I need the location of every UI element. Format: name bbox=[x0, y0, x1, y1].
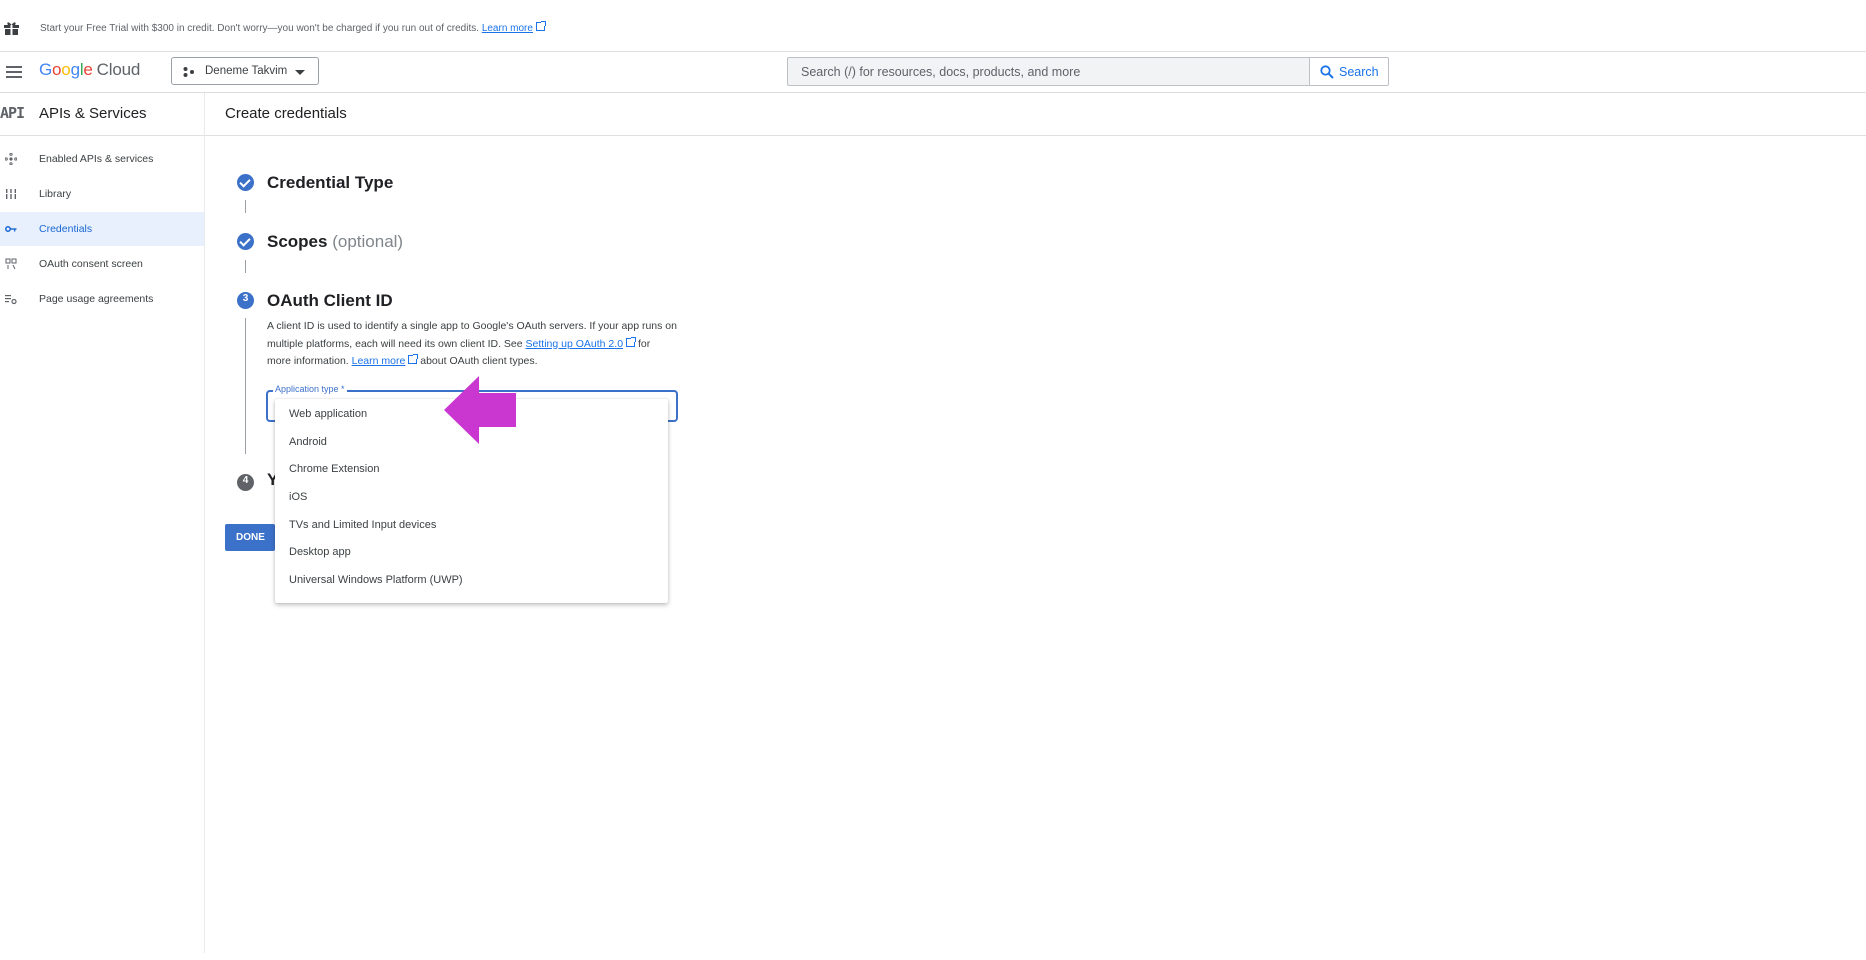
sidebar-item-label: Enabled APIs & services bbox=[39, 153, 154, 165]
sidebar-item-credentials[interactable]: Credentials bbox=[0, 212, 204, 246]
option-label: Universal Windows Platform (UWP) bbox=[289, 574, 463, 586]
step-scopes-title[interactable]: Scopes (optional) bbox=[267, 232, 403, 252]
library-icon bbox=[5, 189, 17, 199]
option-tvs-limited-input[interactable]: TVs and Limited Input devices bbox=[275, 514, 668, 540]
done-button-label: DONE bbox=[236, 532, 265, 543]
learn-more-label: Learn more bbox=[351, 355, 406, 367]
search-input[interactable] bbox=[788, 58, 1309, 85]
sidebar-title: APIs & Services bbox=[39, 105, 147, 122]
key-icon bbox=[5, 226, 17, 232]
option-chrome-extension[interactable]: Chrome Extension bbox=[275, 458, 668, 484]
step-number-icon: 4 bbox=[237, 474, 254, 491]
annotation-arrow-icon bbox=[444, 376, 516, 444]
project-selector[interactable]: Deneme Takvim bbox=[171, 57, 319, 85]
sidebar-item-label: OAuth consent screen bbox=[39, 258, 143, 270]
logo-letter: G bbox=[39, 60, 53, 79]
option-label: iOS bbox=[289, 491, 308, 503]
page-header: Create credentials bbox=[205, 93, 1866, 136]
step-connector-line bbox=[245, 200, 246, 213]
option-label: Desktop app bbox=[289, 546, 351, 558]
project-dots-icon bbox=[183, 67, 194, 77]
done-button[interactable]: DONE bbox=[225, 524, 275, 551]
sidebar-item-label: Page usage agreements bbox=[39, 293, 154, 305]
step-number: 3 bbox=[242, 293, 249, 304]
step-number-icon: 3 bbox=[237, 292, 254, 309]
hamburger-menu-icon[interactable] bbox=[6, 66, 22, 78]
external-link-icon bbox=[535, 21, 546, 31]
chevron-down-icon bbox=[295, 70, 305, 75]
settings-list-icon bbox=[5, 295, 17, 305]
option-label: Chrome Extension bbox=[289, 463, 380, 475]
banner-learn-more-label: Learn more bbox=[481, 23, 533, 34]
project-name: Deneme Takvim bbox=[205, 65, 288, 77]
option-ios[interactable]: iOS bbox=[275, 486, 668, 512]
option-label: Web application bbox=[289, 408, 368, 420]
external-link-icon bbox=[626, 336, 637, 347]
logo-letter: e bbox=[83, 60, 93, 79]
page-title: Create credentials bbox=[225, 105, 347, 122]
search-box bbox=[787, 57, 1310, 86]
sidebar-item-label: Library bbox=[39, 188, 72, 200]
step-number: 4 bbox=[242, 475, 249, 486]
logo-product-name: Cloud bbox=[96, 60, 141, 79]
external-link-icon bbox=[408, 354, 419, 364]
option-uwp[interactable]: Universal Windows Platform (UWP) bbox=[275, 569, 668, 595]
gift-icon bbox=[4, 22, 19, 35]
search-button-label: Search bbox=[1339, 65, 1379, 79]
sidebar-item-page-usage-agreements[interactable]: Page usage agreements bbox=[0, 282, 204, 316]
setting-up-oauth-label: Setting up OAuth 2.0 bbox=[525, 337, 624, 350]
logo-letter: o bbox=[52, 60, 62, 79]
step-connector-line bbox=[245, 260, 246, 273]
hub-icon bbox=[5, 153, 17, 165]
step-scopes-label: Scopes bbox=[267, 232, 328, 251]
logo-letter: g bbox=[70, 60, 80, 79]
sidebar-item-enabled-apis[interactable]: Enabled APIs & services bbox=[0, 142, 204, 176]
sidebar-header: API APIs & Services bbox=[0, 93, 204, 136]
banner-message: Start your Free Trial with $300 in credi… bbox=[40, 23, 480, 34]
step-complete-check-icon bbox=[237, 233, 254, 250]
step-complete-check-icon bbox=[237, 174, 254, 191]
banner-text: Start your Free Trial with $300 in credi… bbox=[40, 21, 546, 34]
option-label: Android bbox=[289, 436, 327, 448]
banner-learn-more-link[interactable]: Learn more bbox=[482, 23, 533, 34]
search-icon bbox=[1320, 65, 1334, 79]
sidebar-item-oauth-consent[interactable]: OAuth consent screen bbox=[0, 247, 204, 281]
logo-letter: o bbox=[61, 60, 71, 79]
application-type-label: Application type * bbox=[273, 384, 347, 394]
option-desktop-app[interactable]: Desktop app bbox=[275, 541, 668, 567]
learn-more-link[interactable]: Learn more bbox=[352, 355, 406, 367]
sidebar-item-library[interactable]: Library bbox=[0, 177, 204, 211]
search-button[interactable]: Search bbox=[1309, 57, 1389, 86]
sidebar: API APIs & Services Enabled APIs & servi… bbox=[0, 93, 205, 953]
sidebar-item-label: Credentials bbox=[39, 223, 93, 235]
oauth-client-description: A client ID is used to identify a single… bbox=[267, 318, 677, 371]
free-trial-banner: Start your Free Trial with $300 in credi… bbox=[0, 0, 1866, 52]
setting-up-oauth-link[interactable]: Setting up OAuth 2.0 bbox=[526, 338, 623, 350]
google-cloud-logo[interactable]: Google Cloud bbox=[39, 60, 140, 80]
option-label: TVs and Limited Input devices bbox=[289, 519, 437, 531]
step-oauth-client-id-title: OAuth Client ID bbox=[267, 291, 393, 310]
api-badge-icon: API bbox=[0, 104, 25, 122]
step-optional-label: (optional) bbox=[332, 232, 404, 251]
top-navigation-bar: Google Cloud Deneme Takvim Search bbox=[0, 52, 1866, 93]
step-credential-type-title[interactable]: Credential Type bbox=[267, 173, 393, 193]
description-text: about OAuth client types. bbox=[417, 355, 538, 367]
consent-icon bbox=[5, 258, 17, 270]
step-connector-line bbox=[245, 318, 246, 454]
